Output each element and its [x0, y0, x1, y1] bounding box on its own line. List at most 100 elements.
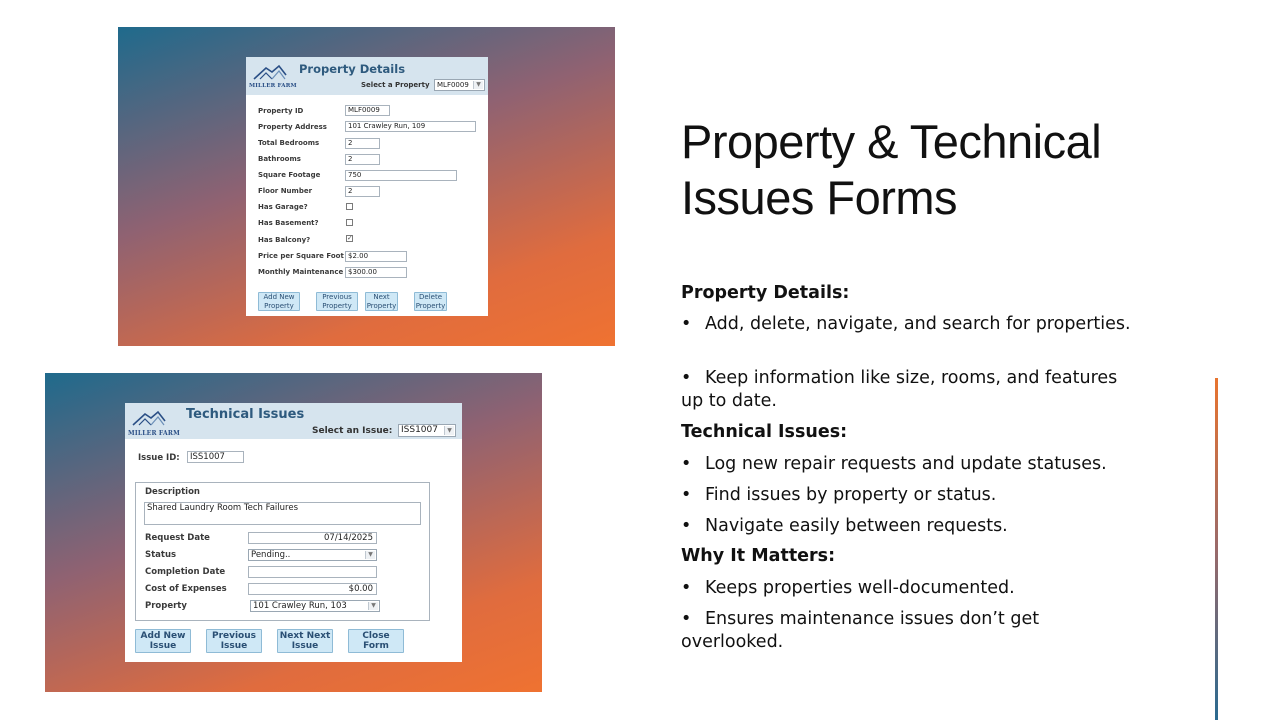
button-line: Close Form — [362, 630, 390, 651]
floor-number-field[interactable]: 2 — [345, 186, 380, 197]
bullet-text: Find issues by property or status. — [705, 485, 997, 505]
button-line: Issue — [220, 641, 248, 651]
close-form-button[interactable]: Close Form — [348, 629, 404, 653]
property-address-field[interactable]: 101 Crawley Run, 109 — [345, 121, 476, 132]
bullet-text: Keeps properties well-documented. — [705, 578, 1015, 598]
button-line: Next Next — [279, 630, 331, 641]
status-label: Status — [145, 550, 177, 560]
bullet-icon: • — [681, 454, 692, 474]
bullet-icon: • — [681, 578, 692, 598]
chevron-down-icon: ▼ — [365, 551, 375, 559]
add-new-property-button[interactable]: Add New Property — [258, 292, 300, 311]
property-id-label: Property ID — [258, 107, 304, 115]
slide-title: Property & Technical Issues Forms — [681, 115, 1102, 224]
button-line: Previous — [211, 630, 257, 641]
button-line: Property — [322, 301, 352, 310]
logo-text: MILLER FARM — [249, 83, 297, 89]
bullet-text: Log new repair requests and update statu… — [705, 454, 1107, 474]
bullet-icon: • — [681, 314, 692, 334]
property-details-heading: Property Details: — [681, 283, 850, 303]
delete-property-button[interactable]: Delete Property — [414, 292, 447, 311]
button-line: Property — [366, 301, 397, 310]
technical-issues-heading: Technical Issues: — [681, 422, 848, 442]
request-date-label: Request Date — [145, 533, 210, 543]
description-field[interactable]: Shared Laundry Room Tech Failures — [144, 502, 421, 525]
total-bedrooms-label: Total Bedrooms — [258, 139, 320, 147]
button-line: Delete — [419, 293, 442, 302]
select-issue-dropdown[interactable]: ISS1007 ▼ — [398, 424, 456, 437]
button-line: Issue — [291, 641, 319, 651]
bullet-text: Navigate easily between requests. — [705, 516, 1008, 536]
request-date-field[interactable]: 07/14/2025 — [248, 532, 377, 544]
bullet-icon: • — [681, 485, 692, 505]
square-footage-field[interactable]: 750 — [345, 170, 457, 181]
barn-logo-icon — [131, 409, 167, 427]
bathrooms-field[interactable]: 2 — [345, 154, 380, 165]
bathrooms-label: Bathrooms — [258, 155, 301, 163]
select-issue-value: ISS1007 — [401, 425, 438, 435]
bullet-item: • Log new repair requests and update stat… — [681, 453, 1131, 476]
button-line: Previous — [322, 293, 352, 302]
status-value: Pending.. — [251, 550, 291, 560]
next-property-button[interactable]: Next Property — [365, 292, 398, 311]
bullet-item: • Keeps properties well-documented. — [681, 577, 1131, 600]
property-dropdown[interactable]: 101 Crawley Run, 103 ▼ — [250, 600, 380, 612]
price-per-square-foot-label: Price per Square Foot — [258, 252, 344, 260]
select-property-dropdown[interactable]: MLF0009 ▼ — [434, 79, 485, 91]
bullet-text: Keep information like size, rooms, and f… — [681, 368, 1118, 411]
completion-date-field[interactable] — [248, 566, 377, 578]
has-garage-checkbox[interactable] — [346, 203, 353, 210]
add-new-issue-button[interactable]: Add New Issue — [135, 629, 191, 653]
select-issue-label: Select an Issue: — [312, 426, 393, 436]
form-title: Property Details — [299, 62, 406, 76]
bullet-item: • Add, delete, navigate, and search for p… — [681, 313, 1131, 336]
barn-logo-icon — [252, 63, 288, 81]
issue-id-field[interactable]: ISS1007 — [187, 451, 244, 463]
floor-number-label: Floor Number — [258, 187, 313, 195]
has-garage-label: Has Garage? — [258, 203, 308, 211]
bullet-icon: • — [681, 609, 692, 629]
bullet-item: • Navigate easily between requests. — [681, 515, 1131, 538]
next-issue-button[interactable]: Next Next Issue — [277, 629, 333, 653]
square-footage-label: Square Footage — [258, 171, 321, 179]
technical-issues-form: MILLER FARM Technical Issues Select an I… — [125, 403, 462, 662]
monthly-maintenance-field[interactable]: $300.00 — [345, 267, 407, 278]
bullet-icon: • — [681, 516, 692, 536]
bullet-item: • Keep information like size, rooms, and … — [681, 367, 1131, 413]
cost-of-expenses-field[interactable]: $0.00 — [248, 583, 377, 595]
property-id-field[interactable]: MLF0009 — [345, 105, 390, 116]
button-line: Add New — [263, 293, 295, 302]
form-header: MILLER FARM Technical Issues Select an I… — [125, 403, 462, 439]
button-line: Issue — [149, 641, 177, 651]
button-line: Next — [373, 293, 390, 302]
has-balcony-label: Has Balcony? — [258, 236, 311, 244]
previous-property-button[interactable]: Previous Property — [316, 292, 358, 311]
chevron-down-icon: ▼ — [473, 81, 483, 89]
total-bedrooms-field[interactable]: 2 — [345, 138, 380, 149]
has-basement-label: Has Basement? — [258, 219, 319, 227]
has-basement-checkbox[interactable] — [346, 219, 353, 226]
bullet-text: Add, delete, navigate, and search for pr… — [705, 314, 1131, 334]
button-line: Add New — [140, 630, 186, 641]
chevron-down-icon: ▼ — [444, 426, 454, 435]
description-label: Description — [145, 487, 200, 497]
bullet-item: • Ensures maintenance issues don’t get ov… — [681, 608, 1131, 654]
button-line: Property — [264, 301, 294, 310]
has-balcony-checkbox[interactable]: ✓ — [346, 235, 353, 242]
select-property-label: Select a Property — [361, 81, 430, 89]
button-line: Property — [415, 301, 446, 310]
form-header: MILLER FARM Property Details Select a Pr… — [246, 57, 488, 95]
form-title: Technical Issues — [186, 407, 305, 422]
bullet-item: • Find issues by property or status. — [681, 484, 1131, 507]
status-dropdown[interactable]: Pending.. ▼ — [248, 549, 377, 561]
accent-line — [1215, 378, 1218, 720]
bullet-icon: • — [681, 368, 692, 388]
previous-issue-button[interactable]: Previous Issue — [206, 629, 262, 653]
price-per-square-foot-field[interactable]: $2.00 — [345, 251, 407, 262]
property-details-form: MILLER FARM Property Details Select a Pr… — [246, 57, 488, 316]
why-it-matters-heading: Why It Matters: — [681, 546, 836, 566]
chevron-down-icon: ▼ — [368, 602, 378, 610]
issue-id-label: Issue ID: — [138, 453, 180, 463]
logo-text: MILLER FARM — [128, 430, 180, 437]
checkmark-icon: ✓ — [347, 234, 353, 242]
